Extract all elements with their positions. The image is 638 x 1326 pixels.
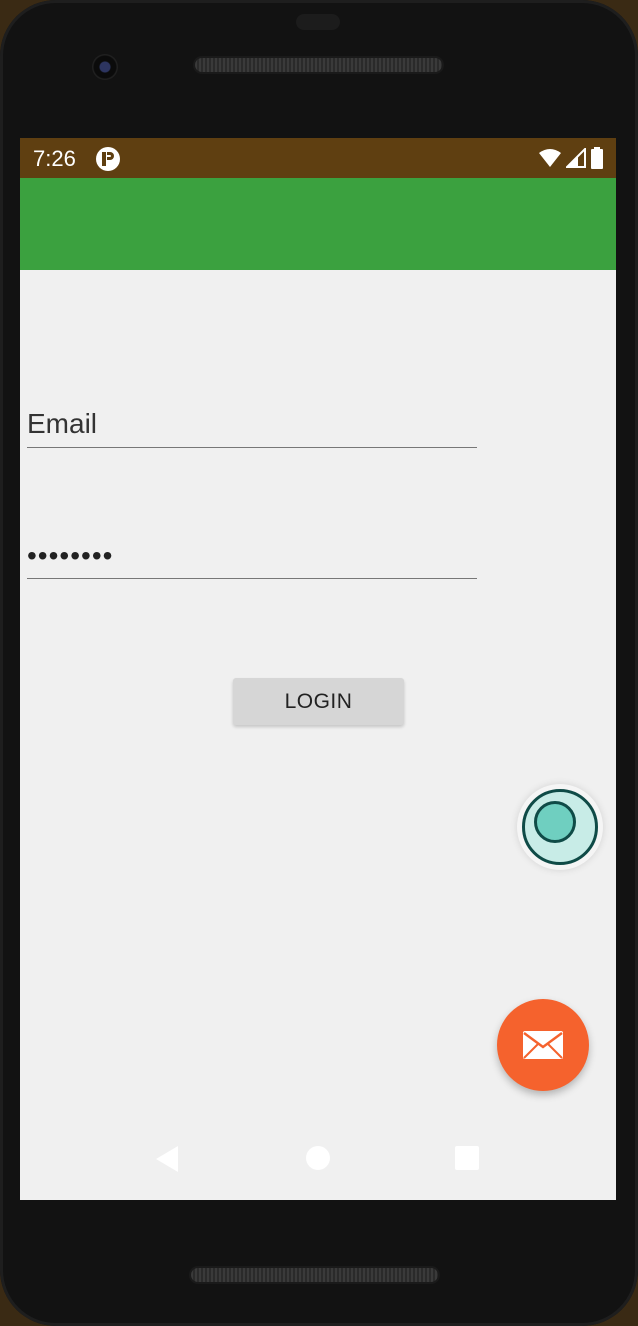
recents-icon[interactable]: [455, 1146, 479, 1170]
front-camera: [92, 54, 118, 80]
floating-record-widget[interactable]: [517, 784, 603, 870]
screen: 7:26 Email •••••••• LOGIN: [20, 138, 616, 1200]
signal-icon: [566, 148, 586, 168]
login-button[interactable]: LOGIN: [233, 678, 404, 725]
status-icons: [538, 147, 604, 169]
top-speaker-grille: [195, 58, 442, 72]
status-bar: 7:26: [20, 138, 616, 178]
mail-icon: [523, 1031, 563, 1059]
email-placeholder: Email: [27, 408, 98, 439]
record-icon-core: [534, 801, 576, 843]
notification-app-icon: [96, 147, 120, 171]
email-field[interactable]: Email: [27, 403, 477, 448]
password-field[interactable]: ••••••••: [27, 534, 477, 579]
battery-icon: [591, 147, 603, 169]
back-icon[interactable]: [155, 1145, 179, 1173]
bottom-speaker-grille: [191, 1268, 438, 1282]
wifi-icon: [539, 149, 561, 167]
home-icon[interactable]: [306, 1146, 330, 1170]
phone-frame: 7:26 Email •••••••• LOGIN: [0, 0, 638, 1326]
password-value: ••••••••: [27, 540, 114, 571]
status-time: 7:26: [33, 146, 76, 171]
top-sensor: [296, 14, 340, 30]
mail-fab[interactable]: [497, 999, 589, 1091]
app-bar: [20, 178, 616, 270]
